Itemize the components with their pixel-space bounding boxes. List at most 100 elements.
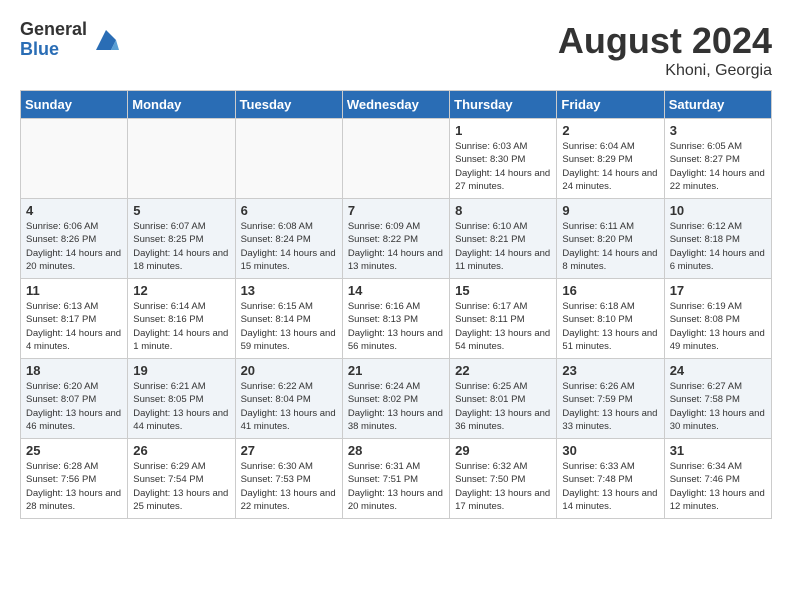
cell-info: Sunrise: 6:27 AM Sunset: 7:58 PM Dayligh… bbox=[670, 380, 766, 433]
cell-info: Sunrise: 6:30 AM Sunset: 7:53 PM Dayligh… bbox=[241, 460, 337, 513]
logo-blue: Blue bbox=[20, 40, 87, 60]
calendar-cell: 20Sunrise: 6:22 AM Sunset: 8:04 PM Dayli… bbox=[235, 359, 342, 439]
calendar-week-row: 1 Sunrise: 6:03 AM Sunset: 8:30 PM Daylig… bbox=[21, 119, 772, 199]
calendar-cell: 15 Sunrise: 6:17 AM Sunset: 8:11 PM Dayli… bbox=[450, 279, 557, 359]
cell-day-number: 8 bbox=[455, 203, 551, 218]
calendar-week-row: 18 Sunrise: 6:20 AM Sunset: 8:07 PM Dayli… bbox=[21, 359, 772, 439]
cell-info: Sunrise: 6:04 AM Sunset: 8:29 PM Dayligh… bbox=[562, 140, 658, 193]
cell-day-number: 30 bbox=[562, 443, 658, 458]
weekday-header-saturday: Saturday bbox=[664, 91, 771, 119]
cell-info: Sunrise: 6:32 AM Sunset: 7:50 PM Dayligh… bbox=[455, 460, 551, 513]
calendar-cell bbox=[21, 119, 128, 199]
calendar-cell: 9 Sunrise: 6:11 AM Sunset: 8:20 PM Daylig… bbox=[557, 199, 664, 279]
cell-day-number: 31 bbox=[670, 443, 766, 458]
cell-info: Sunrise: 6:09 AM Sunset: 8:22 PM Dayligh… bbox=[348, 220, 444, 273]
calendar-cell: 8Sunrise: 6:10 AM Sunset: 8:21 PM Daylig… bbox=[450, 199, 557, 279]
calendar-cell: 5 Sunrise: 6:07 AM Sunset: 8:25 PM Daylig… bbox=[128, 199, 235, 279]
calendar-cell: 28Sunrise: 6:31 AM Sunset: 7:51 PM Dayli… bbox=[342, 439, 449, 519]
calendar-cell: 17Sunrise: 6:19 AM Sunset: 8:08 PM Dayli… bbox=[664, 279, 771, 359]
calendar-cell: 31 Sunrise: 6:34 AM Sunset: 7:46 PM Dayli… bbox=[664, 439, 771, 519]
calendar-cell bbox=[128, 119, 235, 199]
cell-info: Sunrise: 6:16 AM Sunset: 8:13 PM Dayligh… bbox=[348, 300, 444, 353]
calendar-cell: 24 Sunrise: 6:27 AM Sunset: 7:58 PM Dayli… bbox=[664, 359, 771, 439]
calendar-cell: 16Sunrise: 6:18 AM Sunset: 8:10 PM Dayli… bbox=[557, 279, 664, 359]
cell-day-number: 2 bbox=[562, 123, 658, 138]
calendar-cell: 22 Sunrise: 6:25 AM Sunset: 8:01 PM Dayli… bbox=[450, 359, 557, 439]
cell-info: Sunrise: 6:03 AM Sunset: 8:30 PM Dayligh… bbox=[455, 140, 551, 193]
weekday-header-thursday: Thursday bbox=[450, 91, 557, 119]
cell-info: Sunrise: 6:25 AM Sunset: 8:01 PM Dayligh… bbox=[455, 380, 551, 433]
logo-icon bbox=[91, 25, 121, 55]
cell-day-number: 6 bbox=[241, 203, 337, 218]
cell-info: Sunrise: 6:34 AM Sunset: 7:46 PM Dayligh… bbox=[670, 460, 766, 513]
logo-text: General Blue bbox=[20, 20, 87, 60]
calendar-cell: 18 Sunrise: 6:20 AM Sunset: 8:07 PM Dayli… bbox=[21, 359, 128, 439]
cell-day-number: 5 bbox=[133, 203, 229, 218]
cell-day-number: 22 bbox=[455, 363, 551, 378]
cell-info: Sunrise: 6:17 AM Sunset: 8:11 PM Dayligh… bbox=[455, 300, 551, 353]
cell-day-number: 1 bbox=[455, 123, 551, 138]
cell-info: Sunrise: 6:20 AM Sunset: 8:07 PM Dayligh… bbox=[26, 380, 122, 433]
cell-info: Sunrise: 6:19 AM Sunset: 8:08 PM Dayligh… bbox=[670, 300, 766, 353]
cell-day-number: 27 bbox=[241, 443, 337, 458]
weekday-header-monday: Monday bbox=[128, 91, 235, 119]
calendar-week-row: 25 Sunrise: 6:28 AM Sunset: 7:56 PM Dayli… bbox=[21, 439, 772, 519]
calendar-cell: 26Sunrise: 6:29 AM Sunset: 7:54 PM Dayli… bbox=[128, 439, 235, 519]
cell-day-number: 14 bbox=[348, 283, 444, 298]
cell-day-number: 29 bbox=[455, 443, 551, 458]
calendar-cell: 11 Sunrise: 6:13 AM Sunset: 8:17 PM Dayli… bbox=[21, 279, 128, 359]
cell-info: Sunrise: 6:24 AM Sunset: 8:02 PM Dayligh… bbox=[348, 380, 444, 433]
calendar-cell: 14 Sunrise: 6:16 AM Sunset: 8:13 PM Dayli… bbox=[342, 279, 449, 359]
cell-day-number: 25 bbox=[26, 443, 122, 458]
title-block: August 2024 Khoni, Georgia bbox=[558, 20, 772, 80]
calendar-cell: 13 Sunrise: 6:15 AM Sunset: 8:14 PM Dayli… bbox=[235, 279, 342, 359]
calendar-cell: 1 Sunrise: 6:03 AM Sunset: 8:30 PM Daylig… bbox=[450, 119, 557, 199]
cell-day-number: 4 bbox=[26, 203, 122, 218]
cell-info: Sunrise: 6:29 AM Sunset: 7:54 PM Dayligh… bbox=[133, 460, 229, 513]
cell-info: Sunrise: 6:15 AM Sunset: 8:14 PM Dayligh… bbox=[241, 300, 337, 353]
calendar-week-row: 4 Sunrise: 6:06 AM Sunset: 8:26 PM Daylig… bbox=[21, 199, 772, 279]
calendar-table: SundayMondayTuesdayWednesdayThursdayFrid… bbox=[20, 90, 772, 519]
cell-info: Sunrise: 6:33 AM Sunset: 7:48 PM Dayligh… bbox=[562, 460, 658, 513]
cell-day-number: 23 bbox=[562, 363, 658, 378]
location: Khoni, Georgia bbox=[558, 62, 772, 80]
cell-day-number: 15 bbox=[455, 283, 551, 298]
cell-day-number: 9 bbox=[562, 203, 658, 218]
cell-info: Sunrise: 6:21 AM Sunset: 8:05 PM Dayligh… bbox=[133, 380, 229, 433]
calendar-cell: 2 Sunrise: 6:04 AM Sunset: 8:29 PM Daylig… bbox=[557, 119, 664, 199]
cell-day-number: 11 bbox=[26, 283, 122, 298]
logo-general: General bbox=[20, 20, 87, 40]
cell-info: Sunrise: 6:06 AM Sunset: 8:26 PM Dayligh… bbox=[26, 220, 122, 273]
calendar-header-row: SundayMondayTuesdayWednesdayThursdayFrid… bbox=[21, 91, 772, 119]
calendar-cell: 27 Sunrise: 6:30 AM Sunset: 7:53 PM Dayli… bbox=[235, 439, 342, 519]
cell-info: Sunrise: 6:12 AM Sunset: 8:18 PM Dayligh… bbox=[670, 220, 766, 273]
cell-day-number: 21 bbox=[348, 363, 444, 378]
logo: General Blue bbox=[20, 20, 121, 60]
cell-info: Sunrise: 6:13 AM Sunset: 8:17 PM Dayligh… bbox=[26, 300, 122, 353]
cell-info: Sunrise: 6:08 AM Sunset: 8:24 PM Dayligh… bbox=[241, 220, 337, 273]
cell-day-number: 10 bbox=[670, 203, 766, 218]
cell-info: Sunrise: 6:07 AM Sunset: 8:25 PM Dayligh… bbox=[133, 220, 229, 273]
calendar-cell: 25 Sunrise: 6:28 AM Sunset: 7:56 PM Dayli… bbox=[21, 439, 128, 519]
calendar-cell: 19 Sunrise: 6:21 AM Sunset: 8:05 PM Dayli… bbox=[128, 359, 235, 439]
cell-day-number: 7 bbox=[348, 203, 444, 218]
cell-day-number: 28 bbox=[348, 443, 444, 458]
cell-day-number: 19 bbox=[133, 363, 229, 378]
calendar-cell: 4 Sunrise: 6:06 AM Sunset: 8:26 PM Daylig… bbox=[21, 199, 128, 279]
cell-day-number: 3 bbox=[670, 123, 766, 138]
calendar-cell: 7 Sunrise: 6:09 AM Sunset: 8:22 PM Daylig… bbox=[342, 199, 449, 279]
calendar-cell: 3Sunrise: 6:05 AM Sunset: 8:27 PM Daylig… bbox=[664, 119, 771, 199]
cell-info: Sunrise: 6:26 AM Sunset: 7:59 PM Dayligh… bbox=[562, 380, 658, 433]
cell-info: Sunrise: 6:28 AM Sunset: 7:56 PM Dayligh… bbox=[26, 460, 122, 513]
cell-day-number: 13 bbox=[241, 283, 337, 298]
cell-info: Sunrise: 6:18 AM Sunset: 8:10 PM Dayligh… bbox=[562, 300, 658, 353]
calendar-cell: 6 Sunrise: 6:08 AM Sunset: 8:24 PM Daylig… bbox=[235, 199, 342, 279]
weekday-header-friday: Friday bbox=[557, 91, 664, 119]
calendar-cell: 12Sunrise: 6:14 AM Sunset: 8:16 PM Dayli… bbox=[128, 279, 235, 359]
calendar-cell: 23 Sunrise: 6:26 AM Sunset: 7:59 PM Dayli… bbox=[557, 359, 664, 439]
cell-info: Sunrise: 6:11 AM Sunset: 8:20 PM Dayligh… bbox=[562, 220, 658, 273]
cell-day-number: 20 bbox=[241, 363, 337, 378]
cell-day-number: 12 bbox=[133, 283, 229, 298]
cell-day-number: 24 bbox=[670, 363, 766, 378]
cell-day-number: 18 bbox=[26, 363, 122, 378]
